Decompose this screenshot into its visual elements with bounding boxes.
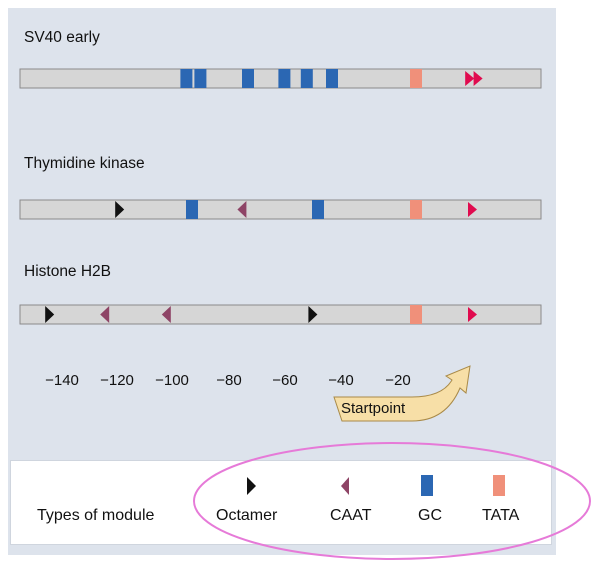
highlight-ellipse — [193, 442, 591, 560]
caat-triangle-icon — [341, 477, 349, 495]
gc-box-icon — [421, 475, 433, 496]
promoter-diagram: SV40 early Thymidine kinase Histone H2B … — [0, 0, 606, 575]
tata-box-icon — [493, 475, 505, 496]
octamer-triangle-icon — [247, 477, 256, 495]
legend-overlay — [193, 442, 591, 560]
